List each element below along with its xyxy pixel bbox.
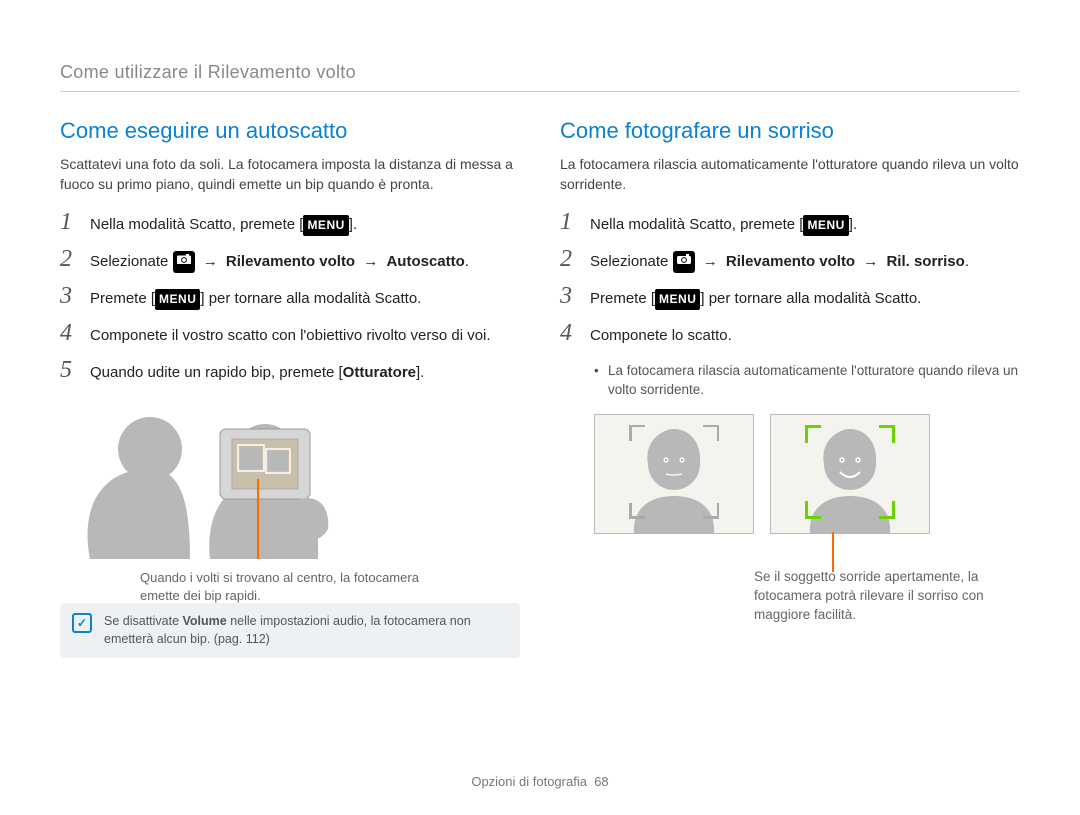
step-number: 4 [560, 321, 578, 345]
camera-icon [673, 251, 695, 273]
step-4: 4 Componete lo scatto. [560, 321, 1020, 348]
footer-label: Opzioni di fotografia [471, 774, 587, 789]
step-text: Componete lo scatto. [590, 324, 1020, 348]
steps-right: 1 Nella modalità Scatto, premete [MENU].… [560, 210, 1020, 348]
text: Nella modalità Scatto, premete [ [590, 216, 803, 233]
illustration-smile: Se il soggetto sorride apertamente, la f… [560, 414, 1020, 625]
step-number: 1 [560, 210, 578, 234]
thumb-neutral [594, 414, 754, 534]
page-header: Come utilizzare il Rilevamento volto [60, 60, 1020, 92]
step-1: 1 Nella modalità Scatto, premete [MENU]. [560, 210, 1020, 237]
step-3: 3 Premete [MENU] per tornare alla modali… [60, 284, 520, 311]
page-footer: Opzioni di fotografia 68 [0, 773, 1080, 791]
content-columns: Come eseguire un autoscatto Scattatevi u… [60, 116, 1020, 658]
illustration-selfie: Quando i volti si trovano al centro, la … [60, 399, 520, 589]
text: Selezionate [90, 253, 173, 270]
arrow-icon: → [203, 250, 218, 274]
text: ]. [349, 216, 357, 233]
step-2: 2 Selezionate → Rilevamento volto → Auto… [60, 247, 520, 274]
callout-selfie: Quando i volti si trovano al centro, la … [140, 569, 450, 605]
info-box: ✓ Se disattivate Volume nelle impostazio… [60, 603, 520, 658]
step-number: 5 [60, 358, 78, 382]
face-frame-green [805, 425, 895, 519]
section-title-sorriso: Come fotografare un sorriso [560, 116, 1020, 147]
step-4: 4 Componete il vostro scatto con l'obiet… [60, 321, 520, 348]
text: Selezionate [590, 253, 673, 270]
step-number: 3 [560, 284, 578, 308]
text: Se disattivate [104, 614, 183, 628]
section-title-autoscatto: Come eseguire un autoscatto [60, 116, 520, 147]
arrow-icon: → [703, 250, 718, 274]
step-number: 3 [60, 284, 78, 308]
selfie-graphic [60, 399, 420, 559]
text: Volume [183, 614, 227, 628]
menu-icon: MENU [303, 215, 348, 236]
menu-icon: MENU [803, 215, 848, 236]
camera-icon [173, 251, 195, 273]
callout-line [832, 532, 834, 572]
text: ] per tornare alla modalità Scatto. [700, 290, 921, 307]
right-column: Come fotografare un sorriso La fotocamer… [560, 116, 1020, 658]
text: Quando udite un rapido bip, premete [ [90, 364, 343, 381]
steps-left: 1 Nella modalità Scatto, premete [MENU].… [60, 210, 520, 385]
bullet-note: La fotocamera rilascia automaticamente l… [594, 362, 1020, 400]
step-text: Componete il vostro scatto con l'obietti… [90, 324, 520, 348]
step-3: 3 Premete [MENU] per tornare alla modali… [560, 284, 1020, 311]
text: Ril. sorriso [886, 253, 964, 270]
text: Otturatore [343, 364, 416, 381]
step-text: Premete [MENU] per tornare alla modalità… [590, 287, 1020, 311]
step-number: 1 [60, 210, 78, 234]
text: Nella modalità Scatto, premete [ [90, 216, 303, 233]
thumb-smile [770, 414, 930, 534]
left-column: Come eseguire un autoscatto Scattatevi u… [60, 116, 520, 658]
intro-autoscatto: Scattatevi una foto da soli. La fotocame… [60, 155, 520, 194]
text: Premete [ [590, 290, 655, 307]
step-2: 2 Selezionate → Rilevamento volto → Ril.… [560, 247, 1020, 274]
step-text: Quando udite un rapido bip, premete [Ott… [90, 361, 520, 385]
text: ]. [416, 364, 424, 381]
text: Rilevamento volto [226, 253, 355, 270]
step-number: 4 [60, 321, 78, 345]
menu-icon: MENU [155, 289, 200, 310]
info-icon: ✓ [72, 613, 92, 633]
step-text: Nella modalità Scatto, premete [MENU]. [90, 213, 520, 237]
arrow-icon: → [363, 250, 378, 274]
text: ] per tornare alla modalità Scatto. [200, 290, 421, 307]
callout-smile: Se il soggetto sorride apertamente, la f… [754, 568, 994, 625]
step-5: 5 Quando udite un rapido bip, premete [O… [60, 358, 520, 385]
menu-icon: MENU [655, 289, 700, 310]
text: ]. [849, 216, 857, 233]
face-frame-gray [629, 425, 719, 519]
step-1: 1 Nella modalità Scatto, premete [MENU]. [60, 210, 520, 237]
text: Rilevamento volto [726, 253, 855, 270]
step-text: Premete [MENU] per tornare alla modalità… [90, 287, 520, 311]
text: Autoscatto [386, 253, 464, 270]
arrow-icon: → [863, 250, 878, 274]
text: Premete [ [90, 290, 155, 307]
info-text: Se disattivate Volume nelle impostazioni… [104, 613, 508, 648]
step-text: Nella modalità Scatto, premete [MENU]. [590, 213, 1020, 237]
step-number: 2 [560, 247, 578, 271]
step-text: Selezionate → Rilevamento volto → Autosc… [90, 250, 520, 274]
step-text: Selezionate → Rilevamento volto → Ril. s… [590, 250, 1020, 274]
footer-page-number: 68 [594, 774, 608, 789]
step-number: 2 [60, 247, 78, 271]
intro-sorriso: La fotocamera rilascia automaticamente l… [560, 155, 1020, 194]
